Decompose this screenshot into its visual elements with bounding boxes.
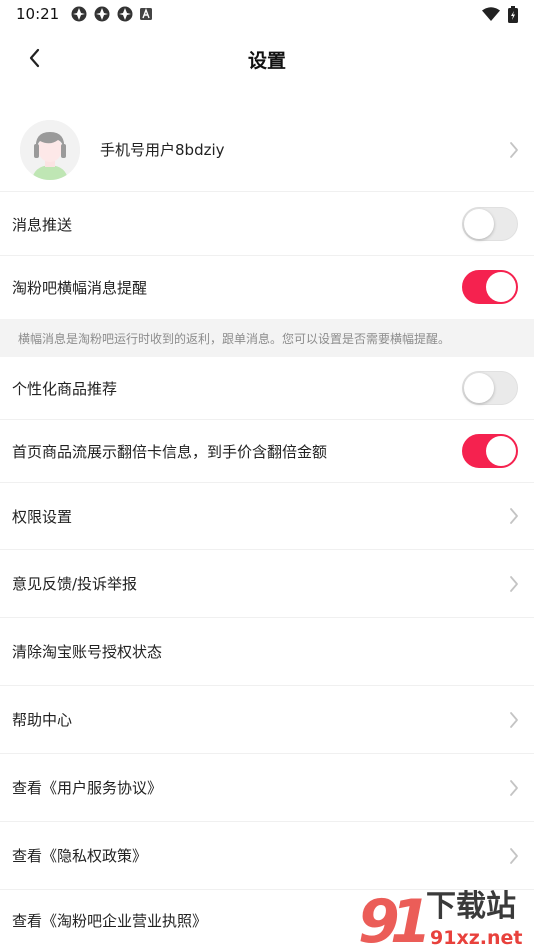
watermark-line1: 下载站 xyxy=(426,889,516,924)
personalized-recommend-row: 个性化商品推荐 xyxy=(0,357,534,420)
status-icons xyxy=(71,6,153,22)
chevron-right-icon xyxy=(510,142,518,158)
profile-row[interactable]: 手机号用户8bdziy xyxy=(0,108,534,192)
nav-bar: 设置 xyxy=(0,28,534,90)
wifi-icon xyxy=(482,7,500,21)
clear-auth-label: 清除淘宝账号授权状态 xyxy=(12,643,163,661)
watermark-logo: 9 1 下载站 91xz.net xyxy=(358,887,522,950)
double-card-label: 首页商品流展示翻倍卡信息，到手价含翻倍金额 xyxy=(12,442,328,461)
clear-auth-row[interactable]: 清除淘宝账号授权状态 xyxy=(0,618,534,686)
banner-note: 横幅消息是淘粉吧运行时收到的返利，跟单消息。您可以设置是否需要横幅提醒。 xyxy=(0,319,534,357)
avatar xyxy=(20,119,80,180)
avatar-icon xyxy=(20,119,80,180)
personalized-recommend-label: 个性化商品推荐 xyxy=(12,379,118,398)
help-center-row[interactable]: 帮助中心 xyxy=(0,686,534,754)
page-title: 设置 xyxy=(247,49,286,72)
permissions-row[interactable]: 权限设置 xyxy=(0,483,534,550)
back-button[interactable] xyxy=(18,42,50,74)
permissions-label: 权限设置 xyxy=(12,507,73,526)
banner-reminder-toggle[interactable] xyxy=(462,270,518,304)
terms-row[interactable]: 查看《用户服务协议》 xyxy=(0,754,534,822)
feedback-label: 意见反馈/投诉举报 xyxy=(12,575,138,593)
privacy-label: 查看《隐私权政策》 xyxy=(12,847,148,865)
status-bar: 10:21 xyxy=(0,0,534,28)
profile-name: 手机号用户8bdziy xyxy=(100,141,225,159)
app-icon xyxy=(71,6,87,22)
banner-reminder-row: 淘粉吧横幅消息提醒 xyxy=(0,256,534,319)
a-box-icon xyxy=(140,8,153,20)
license-label: 查看《淘粉吧企业营业执照》 xyxy=(12,911,208,930)
chevron-right-icon xyxy=(510,508,518,524)
banner-note-text: 横幅消息是淘粉吧运行时收到的返利，跟单消息。您可以设置是否需要横幅提醒。 xyxy=(18,331,451,346)
status-right xyxy=(482,5,518,23)
push-notifications-toggle[interactable] xyxy=(462,207,518,241)
double-card-toggle[interactable] xyxy=(462,434,518,468)
app-icon xyxy=(117,6,133,22)
chevron-right-icon xyxy=(510,848,518,864)
chevron-right-icon xyxy=(510,712,518,728)
chevron-right-icon xyxy=(510,780,518,796)
banner-reminder-label: 淘粉吧横幅消息提醒 xyxy=(12,279,148,297)
chevron-left-icon xyxy=(29,48,40,68)
terms-label: 查看《用户服务协议》 xyxy=(12,779,163,797)
chevron-right-icon xyxy=(510,576,518,592)
feedback-row[interactable]: 意见反馈/投诉举报 xyxy=(0,550,534,618)
push-notifications-row: 消息推送 xyxy=(0,193,534,256)
personalized-recommend-toggle[interactable] xyxy=(462,371,518,405)
push-notifications-label: 消息推送 xyxy=(12,215,73,234)
status-time: 10:21 xyxy=(16,5,60,23)
watermark-line2: 91xz.net xyxy=(430,927,522,949)
help-center-label: 帮助中心 xyxy=(12,711,73,729)
app-icon xyxy=(94,6,110,22)
double-card-row: 首页商品流展示翻倍卡信息，到手价含翻倍金额 xyxy=(0,420,534,483)
battery-icon xyxy=(508,5,518,23)
